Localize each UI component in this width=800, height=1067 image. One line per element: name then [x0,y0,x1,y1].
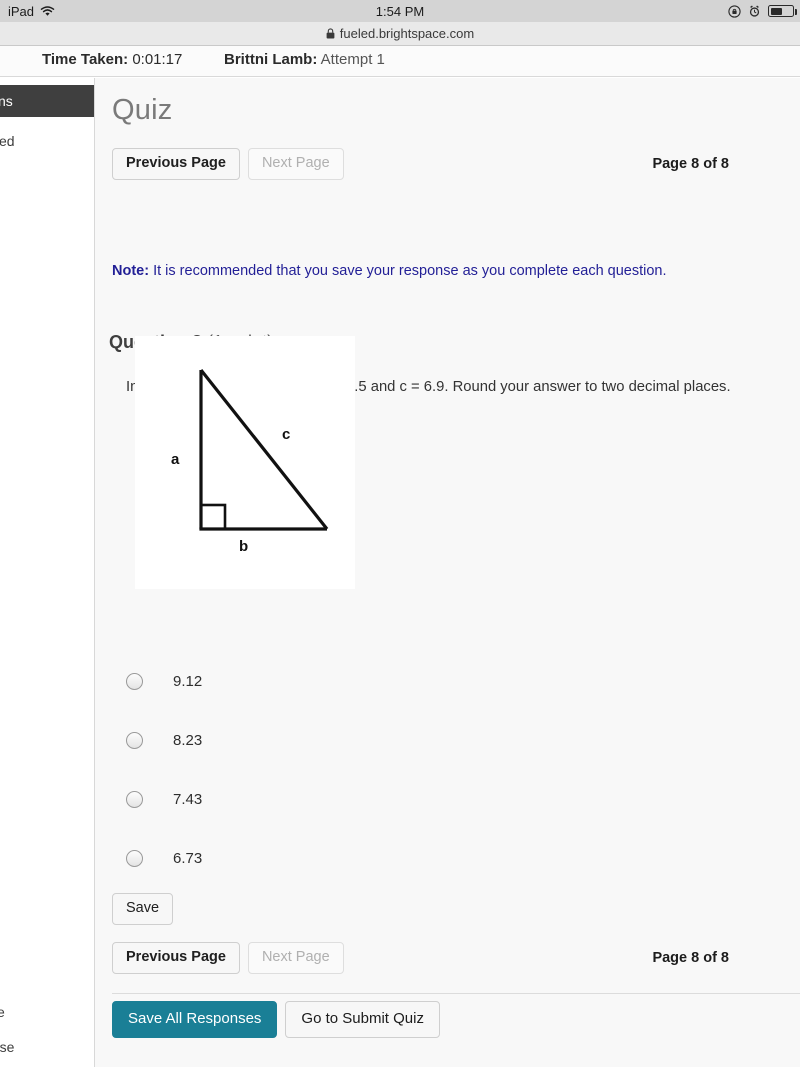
note-text: It is recommended that you save your res… [149,263,667,279]
pagination-top: Previous Page Next Page Page 8 of 8 [112,148,784,180]
svg-text:b: b [239,538,248,555]
save-all-responses-button[interactable]: Save All Responses [112,1001,278,1038]
answer-option-2-label: 8.23 [173,732,203,749]
rotation-lock-icon [728,4,741,18]
right-triangle-diagram: a b c [135,336,355,589]
answer-options: 9.12 8.23 7.43 6.73 [126,652,526,888]
go-to-submit-quiz-button[interactable]: Go to Submit Quiz [285,1001,440,1038]
sidebar-saved-text: ved [0,133,15,149]
svg-text:c: c [282,426,290,443]
left-sidebar: ns ved se onse [0,78,95,1067]
browser-url-bar[interactable]: fueled.brightspace.com [0,22,800,46]
save-note: Note: It is recommended that you save yo… [112,263,667,279]
attempt-info: Brittni Lamb: Attempt 1 [224,51,385,68]
status-bar-clock: 1:54 PM [375,3,425,19]
next-page-button-top: Next Page [247,148,344,180]
attempt-number: Attempt 1 [320,51,385,68]
save-row: Save [112,893,174,925]
answer-option-3[interactable]: 7.43 [126,770,526,829]
radio-button-2[interactable] [126,732,143,749]
time-taken-label: Time Taken: [42,51,129,68]
alarm-clock-icon [748,5,761,18]
answer-option-4[interactable]: 6.73 [126,829,526,888]
footer-divider [112,993,800,994]
next-page-button-bottom: Next Page [247,942,344,974]
ios-status-bar: iPad 1:54 PM [0,0,800,22]
radio-button-4[interactable] [126,850,143,867]
battery-icon [768,5,798,17]
save-button[interactable]: Save [112,893,174,925]
lock-icon [326,28,335,39]
time-taken: Time Taken: 0:01:17 [42,51,182,68]
radio-button-3[interactable] [126,791,143,808]
radio-button-1[interactable] [126,673,143,690]
answer-option-4-label: 6.73 [173,850,203,867]
user-name: Brittni Lamb: [224,51,318,68]
page-indicator-bottom: Page 8 of 8 [652,949,729,966]
quiz-meta-strip: ) Time Taken: 0:01:17 Brittni Lamb: Atte… [0,46,800,77]
svg-text:a: a [171,451,180,468]
quiz-main-content: Quiz Previous Page Next Page Page 8 of 8… [95,78,800,1067]
sidebar-header: ns [0,85,94,117]
answer-option-1[interactable]: 9.12 [126,652,526,711]
page-indicator-top: Page 8 of 8 [652,155,729,172]
answer-option-3-label: 7.43 [173,791,203,808]
pagination-bottom: Previous Page Next Page Page 8 of 8 [112,942,784,974]
time-taken-value: 0:01:17 [132,51,183,68]
status-bar-right [728,4,798,18]
answer-option-2[interactable]: 8.23 [126,711,526,770]
footer-actions: Save All Responses Go to Submit Quiz [112,1001,440,1038]
sidebar-footer-text-1: se [0,1004,5,1020]
answer-option-1-label: 9.12 [173,673,203,690]
previous-page-button-top[interactable]: Previous Page [112,148,240,180]
sidebar-footer-text-2: onse [0,1039,15,1055]
url-text: fueled.brightspace.com [339,26,475,41]
note-label: Note: [112,263,150,279]
page-title: Quiz [112,94,173,126]
previous-page-button-bottom[interactable]: Previous Page [112,942,240,974]
